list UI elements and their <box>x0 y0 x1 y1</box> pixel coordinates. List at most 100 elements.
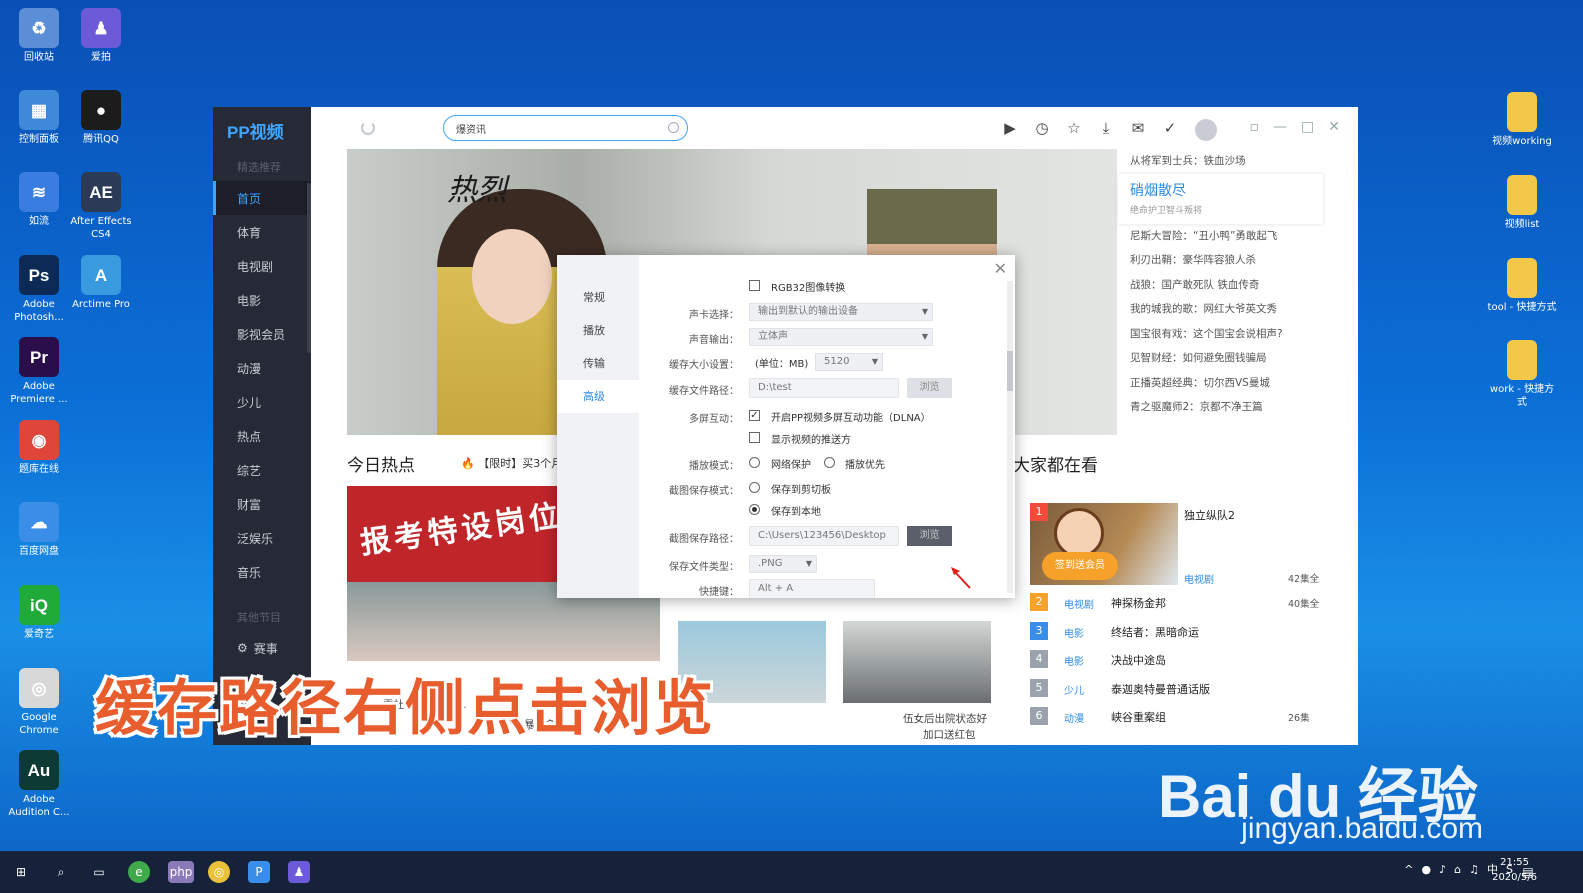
hot-list-item[interactable]: 从将军到士兵：铁血沙场 <box>1118 149 1323 174</box>
hot-list-item[interactable]: 见智财经：如何避免圈钱骗局 <box>1118 346 1323 371</box>
hot-list-item[interactable]: 尼斯大冒险：“丑小鸭”勇敢起飞 <box>1118 224 1323 249</box>
desktop-icon[interactable]: Pr Adobe Premiere ... <box>8 337 70 406</box>
hot-list-item[interactable]: 正播英超经典：切尔西VS曼城 <box>1118 371 1323 396</box>
sound-output-select[interactable]: 立体声 ▼ <box>749 328 933 346</box>
screenshot-path-input[interactable]: C:\Users\123456\Desktop <box>749 526 899 546</box>
shortcut-input[interactable]: Alt + A <box>749 579 875 598</box>
rank-category[interactable]: 少儿 <box>1064 682 1084 697</box>
settings-tab[interactable]: 传输 <box>557 347 639 380</box>
desktop-icon[interactable]: ▦ 控制面板 <box>8 90 70 146</box>
desktop-icon[interactable]: iQ 爱奇艺 <box>8 585 70 641</box>
news-thumb-2[interactable] <box>843 621 991 703</box>
cache-size-select[interactable]: 5120 ▼ <box>815 353 883 371</box>
history-icon[interactable]: ◷ <box>1033 119 1051 137</box>
check-icon[interactable]: ✓ <box>1161 119 1179 137</box>
hot-list-item[interactable]: 青之驱魔师2：京都不净王篇 <box>1118 395 1323 420</box>
maximize-icon[interactable]: □ <box>1301 119 1314 135</box>
aipai-taskbar-icon[interactable]: ♟ <box>288 861 310 883</box>
screenshot-browse-button[interactable]: 浏览 <box>907 526 952 546</box>
network-icon[interactable]: ⌂ <box>1454 863 1461 876</box>
hot-list-item[interactable]: 利刃出鞘：豪华阵容狼人杀 <box>1118 248 1323 273</box>
download-icon[interactable]: ⤓ <box>1097 119 1115 137</box>
volume-icon[interactable]: ♫ <box>1469 863 1479 876</box>
play-first-radio[interactable] <box>824 457 835 468</box>
sidebar-item[interactable]: 影视会员 <box>213 317 311 351</box>
pp-logo[interactable]: PP视频 <box>213 107 311 153</box>
rank-category[interactable]: 动漫 <box>1064 710 1084 725</box>
desktop-icon[interactable]: A Arctime Pro <box>70 255 132 311</box>
php-icon[interactable]: php <box>168 861 194 883</box>
browser-icon[interactable]: e <box>128 861 150 883</box>
desktop-icon[interactable]: ◉ 题库在线 <box>8 420 70 476</box>
mascot-icon[interactable] <box>1054 508 1104 558</box>
promo-text[interactable]: 🔥 【限时】买3个月 <box>461 455 562 471</box>
sidebar-item[interactable]: 音乐 <box>213 555 311 589</box>
sidebar-item[interactable]: 财富 <box>213 487 311 521</box>
file-type-select[interactable]: .PNG ▼ <box>749 555 817 573</box>
desktop-icon[interactable]: AE After Effects CS4 <box>70 172 132 241</box>
rank-title[interactable]: 独立纵队2 <box>1184 507 1235 523</box>
search-icon[interactable]: ⌕ <box>50 861 72 883</box>
notification-icon[interactable]: ▤ <box>1517 861 1539 883</box>
sound-card-select[interactable]: 输出到默认的输出设备 ▼ <box>749 303 933 321</box>
desktop-icon[interactable]: ◎ Google Chrome <box>8 668 70 737</box>
sidebar-item[interactable]: 泛娱乐 <box>213 521 311 555</box>
news-caption-4[interactable]: 加口送红包 <box>923 727 976 742</box>
sidebar-item[interactable]: 电视剧 <box>213 249 311 283</box>
play-icon[interactable]: ▶ <box>1001 119 1019 137</box>
settings-tab[interactable]: 播放 <box>557 314 639 347</box>
search-icon[interactable] <box>668 122 679 133</box>
save-local-radio[interactable] <box>749 504 760 515</box>
sidebar-item[interactable]: 电影 <box>213 283 311 317</box>
news-caption-3[interactable]: 伍女后出院状态好 <box>903 711 987 726</box>
desktop-icon[interactable]: Au Adobe Audition C... <box>8 750 70 819</box>
windows-start-icon[interactable]: ⊞ <box>10 861 32 883</box>
cache-browse-button[interactable]: 浏览 <box>907 378 952 398</box>
dialog-close-icon[interactable]: ✕ <box>994 259 1007 278</box>
settings-tab[interactable]: 高级 <box>557 380 639 413</box>
rank-category[interactable]: 电影 <box>1064 653 1084 668</box>
desktop-icon[interactable]: Ps Adobe Photosh... <box>8 255 70 324</box>
dlna-checkbox[interactable]: ✓ <box>749 410 760 421</box>
sidebar-scrollbar[interactable] <box>307 183 311 353</box>
pp-video-taskbar-icon[interactable]: P <box>248 861 270 883</box>
message-icon[interactable]: ✉ <box>1129 119 1147 137</box>
rank-title[interactable]: 终结者：黑暗命运 <box>1111 624 1199 640</box>
tray-app-icon[interactable]: ● <box>1422 863 1432 876</box>
cache-path-input[interactable]: D:\test <box>749 378 899 398</box>
settings-tab[interactable]: 常规 <box>557 281 639 314</box>
rank-category[interactable]: 电影 <box>1064 625 1084 640</box>
sidebar-item[interactable]: 体育 <box>213 215 311 249</box>
user-avatar[interactable] <box>1195 119 1217 141</box>
desktop-icon[interactable]: ♻ 回收站 <box>8 8 70 64</box>
rank-title[interactable]: 峡谷重案组 <box>1111 709 1166 725</box>
favorite-icon[interactable]: ☆ <box>1065 119 1083 137</box>
close-icon[interactable]: ✕ <box>1328 119 1340 135</box>
desktop-icon[interactable]: work - 快捷方式 <box>1487 340 1557 409</box>
chrome-icon[interactable]: ◎ <box>208 861 230 883</box>
task-view-icon[interactable]: ▭ <box>88 861 110 883</box>
hot-list-item[interactable]: 战狼：国产敢死队 铁血传奇 <box>1118 273 1323 298</box>
rgb32-checkbox[interactable] <box>749 280 760 291</box>
save-clipboard-radio[interactable] <box>749 482 760 493</box>
show-push-checkbox[interactable] <box>749 432 760 443</box>
signin-button[interactable]: 签到送会员 <box>1042 552 1118 580</box>
sidebar-item[interactable]: 少儿 <box>213 385 311 419</box>
rank-category[interactable]: 电视剧 <box>1184 571 1214 586</box>
refresh-icon[interactable] <box>361 121 375 135</box>
rank-category[interactable]: 电视剧 <box>1064 596 1094 611</box>
chevron-up-icon[interactable]: ^ <box>1404 863 1413 876</box>
dialog-scrollbar[interactable] <box>1007 281 1013 593</box>
desktop-icon[interactable]: 视频working <box>1487 92 1557 148</box>
desktop-icon[interactable]: ♟ 爱拍 <box>70 8 132 64</box>
rank-title[interactable]: 决战中途岛 <box>1111 652 1166 668</box>
minimize-icon[interactable]: — <box>1273 119 1287 135</box>
mini-mode-icon[interactable]: ▫ <box>1250 119 1260 135</box>
search-input[interactable]: 爆资讯 <box>443 115 688 141</box>
hot-list-item[interactable]: 国宝很有戏：这个国宝会说相声? <box>1118 322 1323 347</box>
sidebar-item[interactable]: 热点 <box>213 419 311 453</box>
hot-list-item[interactable]: 我的城我的歌：网红大爷英文秀 <box>1118 297 1323 322</box>
microphone-icon[interactable]: ♪ <box>1439 863 1446 876</box>
sidebar-item[interactable]: 动漫 <box>213 351 311 385</box>
desktop-icon[interactable]: ● 腾讯QQ <box>70 90 132 146</box>
